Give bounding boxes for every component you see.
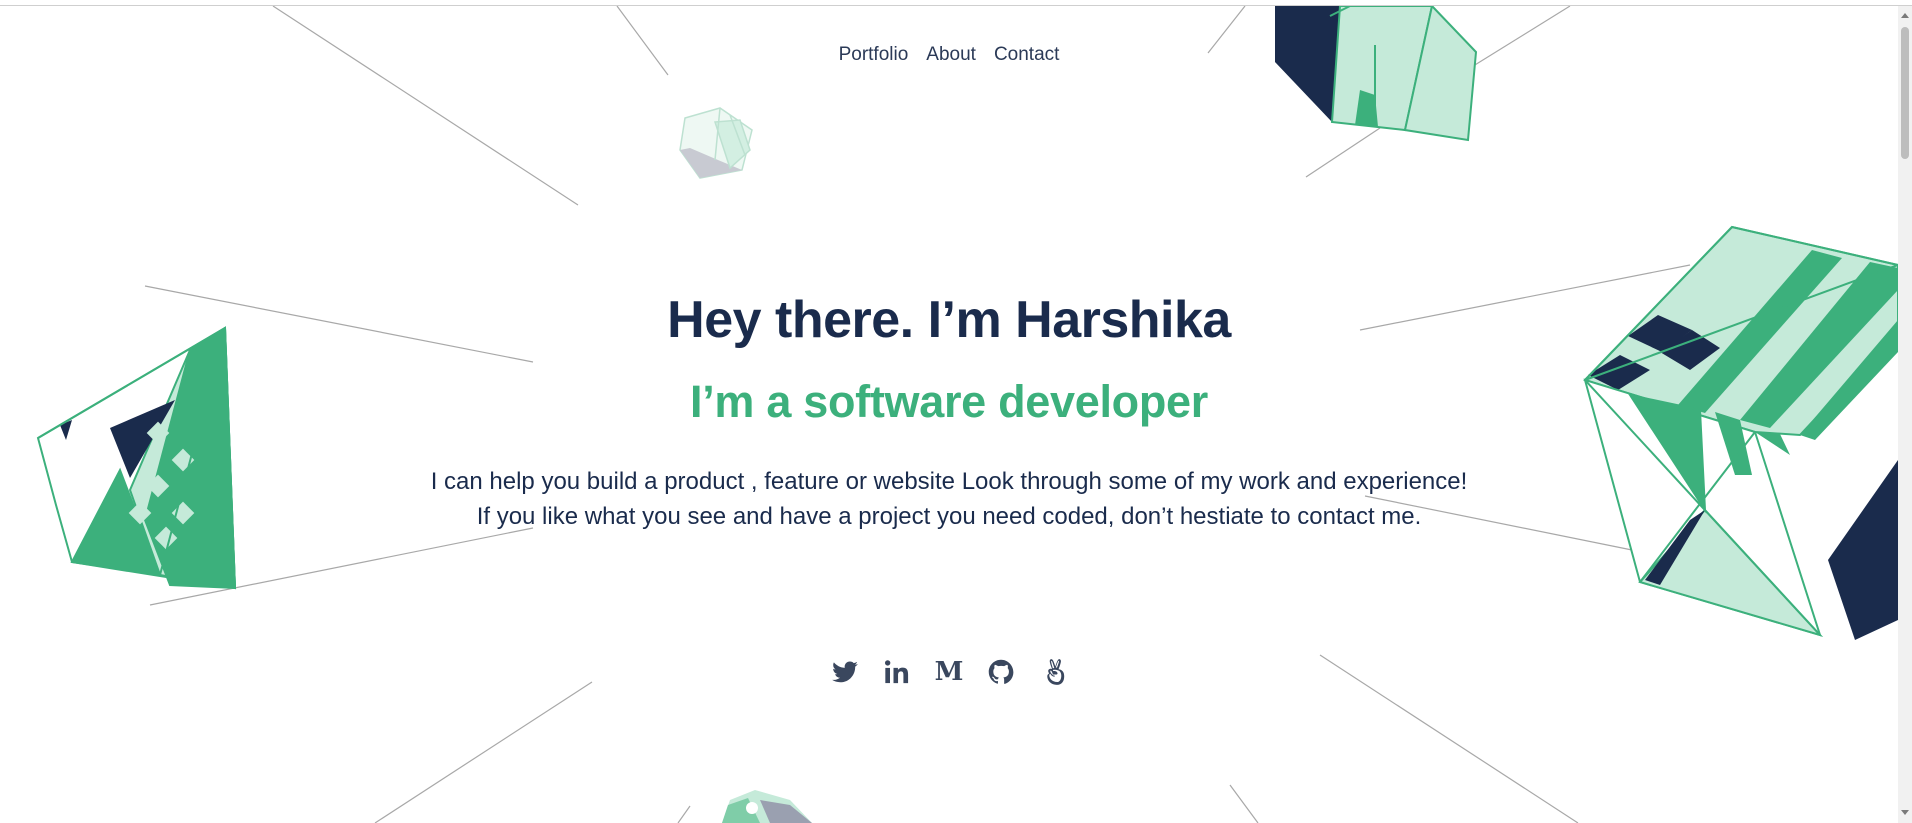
browser-top-border [0,0,1912,6]
scroll-up-arrow[interactable] [1901,13,1909,18]
github-icon [988,659,1014,684]
linkedin-link[interactable] [880,655,914,689]
nav-about-link[interactable]: About [926,44,976,66]
linkedin-icon [884,660,909,684]
hero-description: I can help you build a product , feature… [430,468,1468,530]
pyramid-left [36,326,237,590]
angellist-icon [1047,659,1065,685]
hero-subtitle: I’m a software developer [690,376,1208,427]
cube-small-bottom [722,790,812,823]
twitter-link[interactable] [828,655,862,689]
cube-right [1583,225,1902,640]
angellist-link[interactable] [1036,655,1070,689]
social-links: M [0,655,1898,689]
main-nav: Portfolio About Contact [0,44,1898,66]
medium-link[interactable]: M [932,655,966,689]
hero-title: Hey there. I’m Harshika [667,291,1231,349]
cube-small-top [679,107,753,179]
scroll-down-arrow[interactable] [1901,810,1909,815]
scroll-thumb[interactable] [1901,27,1909,159]
cube-top-right [1275,3,1478,142]
twitter-icon [832,661,858,683]
medium-icon: M [934,657,964,687]
github-link[interactable] [984,655,1018,689]
nav-portfolio-link[interactable]: Portfolio [839,44,909,66]
nav-contact-link[interactable]: Contact [994,44,1059,66]
page-scrollbar[interactable] [1898,5,1912,823]
